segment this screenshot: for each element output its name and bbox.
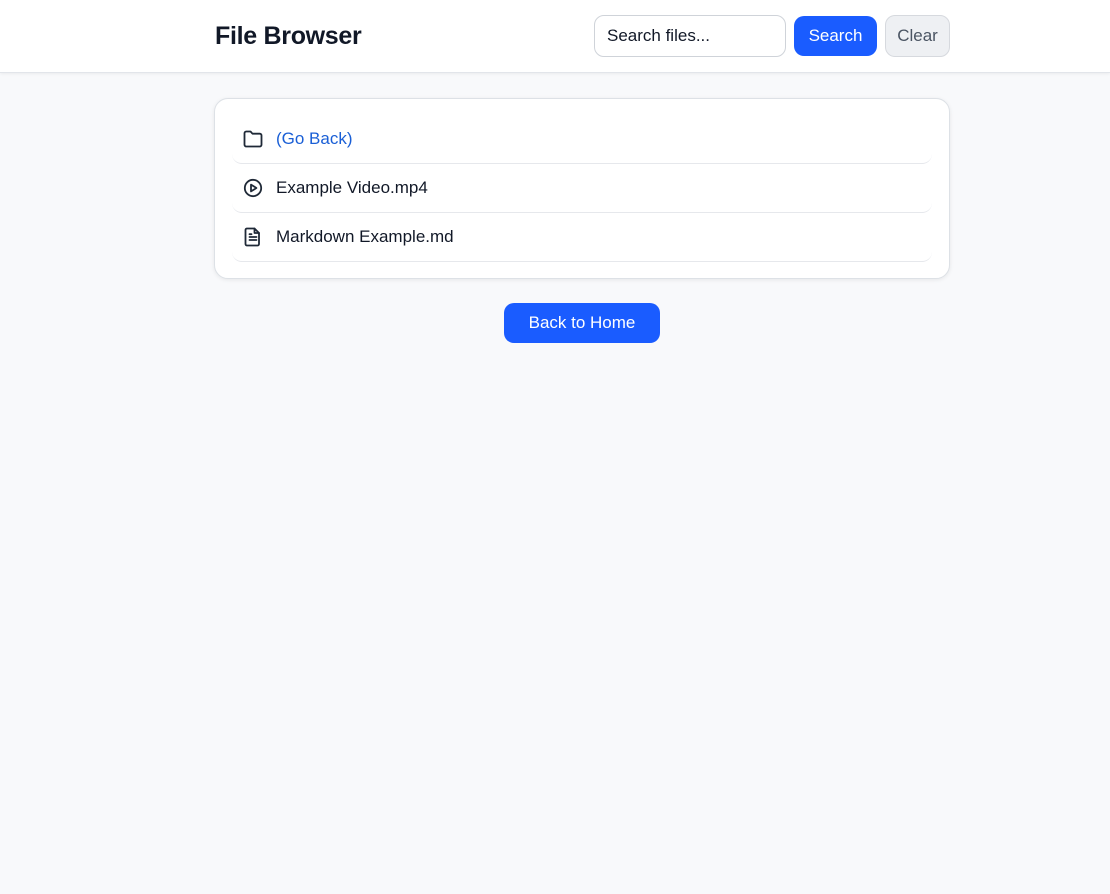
file-row-markdown-example[interactable]: Markdown Example.md (232, 213, 932, 262)
file-name: (Go Back) (276, 129, 353, 148)
file-row-go-back[interactable]: (Go Back) (232, 115, 932, 164)
play-circle-icon (242, 177, 264, 199)
file-name: Markdown Example.md (276, 227, 454, 246)
file-list: (Go Back) Example Video.mp4 Markdown Exa… (214, 98, 950, 279)
search-button[interactable]: Search (794, 16, 877, 56)
app-title: File Browser (215, 22, 362, 50)
file-row-example-video[interactable]: Example Video.mp4 (232, 164, 932, 213)
clear-button[interactable]: Clear (885, 15, 950, 57)
folder-icon (242, 128, 264, 150)
document-icon (242, 226, 264, 248)
top-bar: File Browser Search Clear (0, 0, 1110, 73)
file-name: Example Video.mp4 (276, 178, 428, 197)
search-input[interactable] (594, 15, 786, 57)
back-to-home-button[interactable]: Back to Home (504, 303, 660, 343)
